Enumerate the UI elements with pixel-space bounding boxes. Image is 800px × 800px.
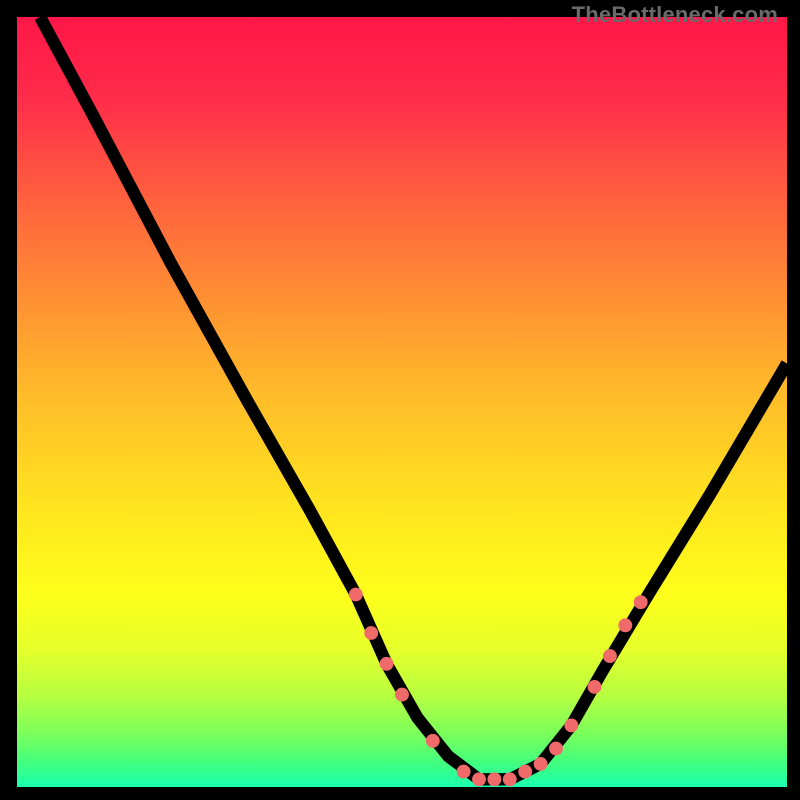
watermark-label: TheBottleneck.com	[572, 2, 778, 28]
highlight-dot	[549, 742, 563, 756]
highlight-dot	[503, 772, 517, 786]
highlight-dot	[364, 626, 378, 640]
highlight-dot	[518, 765, 532, 779]
highlight-dot	[395, 688, 409, 702]
highlight-dot	[426, 734, 440, 748]
highlight-dot	[380, 657, 394, 671]
highlight-dot	[634, 595, 648, 609]
highlight-dot	[564, 718, 578, 732]
highlight-dot	[457, 765, 471, 779]
highlight-dot	[618, 618, 632, 632]
bottleneck-curve	[40, 17, 787, 779]
highlight-dot	[534, 757, 548, 771]
highlight-dot	[588, 680, 602, 694]
highlight-dot	[487, 772, 501, 786]
highlight-dot	[603, 649, 617, 663]
chart-svg	[17, 17, 787, 787]
chart-area	[17, 17, 787, 787]
highlight-dot	[472, 772, 486, 786]
highlight-dot	[349, 588, 363, 602]
